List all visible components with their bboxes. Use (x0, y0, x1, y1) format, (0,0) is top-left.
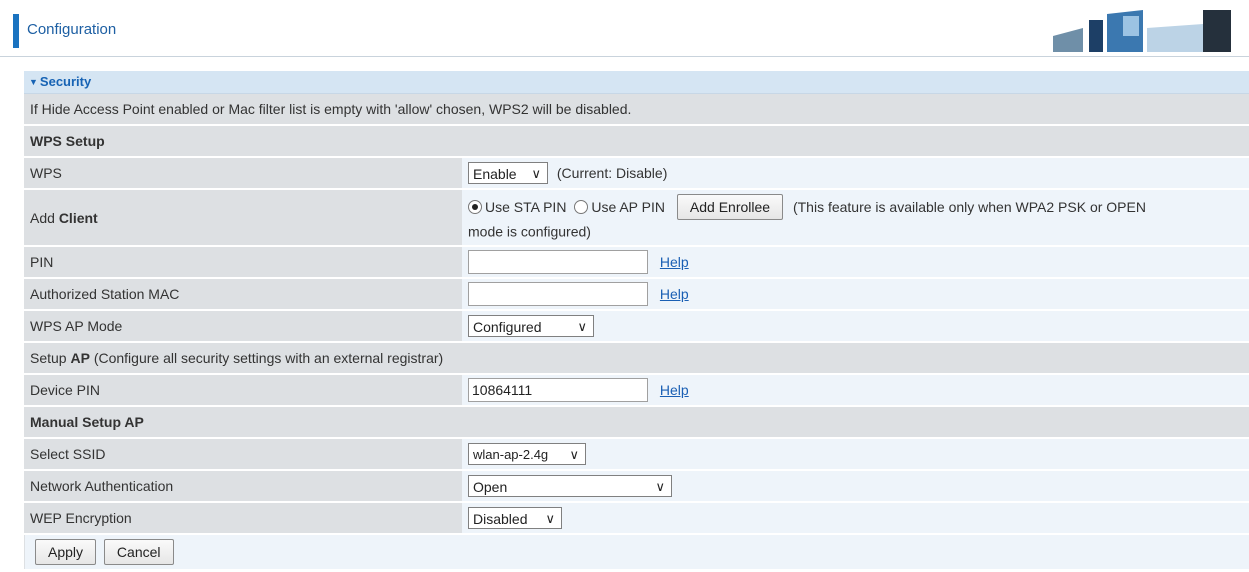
security-panel: ▼ Security If Hide Access Point enabled o… (24, 71, 1249, 570)
setup-ap-heading: Setup AP (Configure all security setting… (24, 342, 1249, 376)
chevron-down-icon: ∨ (577, 319, 587, 335)
add-client-prefix: Add (30, 209, 59, 226)
pin-label: PIN (24, 246, 462, 280)
authorized-mac-help-link[interactable]: Help (660, 286, 689, 302)
chevron-down-icon: ∨ (545, 511, 555, 527)
setup-ap-bold: AP (70, 350, 90, 367)
device-pin-help-link[interactable]: Help (660, 382, 689, 398)
setup-ap-suffix: (Configure all security settings with an… (89, 350, 444, 367)
manual-setup-heading: Manual Setup AP (24, 406, 1249, 440)
device-pin-input[interactable]: 10864111 (468, 378, 648, 403)
ssid-select[interactable]: wlan-ap-2.4g ∨ (468, 443, 586, 466)
section-header[interactable]: ▼ Security (24, 71, 1249, 94)
use-sta-pin-radio[interactable] (468, 200, 482, 214)
cancel-button[interactable]: Cancel (103, 539, 174, 566)
wps-ap-mode-label: WPS AP Mode (24, 310, 462, 344)
authorized-mac-input[interactable] (468, 282, 648, 307)
network-auth-label: Network Authentication (24, 470, 462, 504)
ssid-select-value: wlan-ap-2.4g (473, 447, 549, 463)
page-header: Configuration (0, 0, 1249, 57)
chevron-down-icon: ∨ (569, 447, 579, 463)
use-ap-pin-radio[interactable] (574, 200, 589, 214)
wps-label: WPS (24, 157, 462, 190)
select-ssid-label: Select SSID (24, 438, 462, 472)
add-client-bold: Client (58, 209, 98, 226)
enrollee-note-continued: mode is configured) (468, 223, 591, 240)
wps-notice: If Hide Access Point enabled or Mac filt… (24, 94, 1249, 126)
chevron-down-icon: ∨ (531, 166, 541, 181)
wps-select[interactable]: Enable ∨ (468, 162, 548, 184)
device-pin-label: Device PIN (24, 374, 462, 408)
section-title: Security (39, 74, 92, 89)
pin-input[interactable] (468, 250, 648, 275)
use-sta-pin-label: Use STA PIN (485, 199, 567, 215)
chevron-down-icon: ∨ (655, 479, 665, 495)
pin-help-link[interactable]: Help (660, 254, 689, 270)
action-bar: Apply Cancel (24, 535, 1249, 570)
wps-setup-heading: WPS Setup (24, 125, 1249, 158)
apply-button[interactable]: Apply (35, 539, 97, 566)
network-auth-select[interactable]: Open ∨ (468, 475, 672, 498)
network-auth-value: Open (473, 479, 508, 496)
page-title: Configuration (27, 21, 117, 38)
enrollee-note: (This feature is available only when WPA… (792, 199, 1146, 215)
header-banner-image (1053, 10, 1231, 52)
wps-ap-mode-value: Configured (473, 319, 542, 336)
wep-encryption-select[interactable]: Disabled ∨ (468, 507, 562, 530)
setup-ap-prefix: Setup (30, 350, 71, 367)
triangle-down-icon: ▼ (29, 77, 38, 87)
add-enrollee-button[interactable]: Add Enrollee (676, 194, 784, 220)
use-ap-pin-label: Use AP PIN (591, 199, 665, 215)
add-client-label: Add Client (24, 189, 462, 248)
security-table: If Hide Access Point enabled or Mac filt… (24, 94, 1249, 536)
wep-encryption-label: WEP Encryption (24, 502, 462, 536)
wep-encryption-value: Disabled (473, 511, 528, 528)
wps-select-value: Enable (473, 166, 517, 182)
wps-current-status: (Current: Disable) (556, 165, 668, 181)
authorized-mac-label: Authorized Station MAC (24, 278, 462, 312)
header-accent-bar (13, 14, 19, 48)
wps-ap-mode-select[interactable]: Configured ∨ (468, 315, 594, 338)
